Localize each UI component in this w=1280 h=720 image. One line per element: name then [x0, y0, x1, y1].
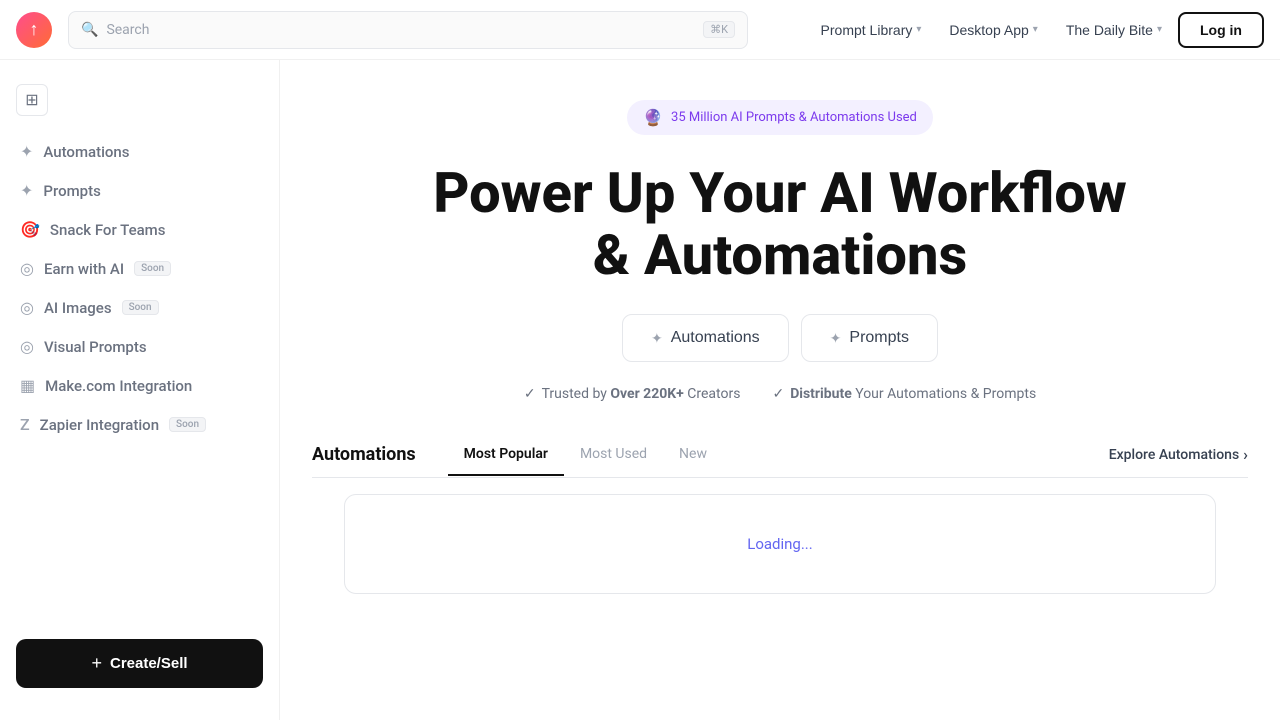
login-button[interactable]: Log in [1178, 12, 1264, 48]
sidebar-item-makecom[interactable]: ▦ Make.com Integration [0, 366, 279, 405]
chevron-down-icon: ▾ [1033, 24, 1038, 35]
trust-bold: Over 220K+ [610, 386, 683, 402]
tabs-section: Automations Most Popular Most Used New E… [280, 432, 1280, 610]
sidebar-item-visual-prompts[interactable]: ◎ Visual Prompts [0, 327, 279, 366]
plus-icon: + [91, 653, 102, 674]
sidebar-item-ai-images[interactable]: ◎ AI Images Soon [0, 288, 279, 327]
create-sell-label: Create/Sell [110, 655, 188, 672]
section-title: Automations [312, 432, 432, 477]
tab-most-used[interactable]: Most Used [564, 434, 663, 476]
search-shortcut: ⌘K [703, 21, 735, 38]
zapier-icon: Z [20, 415, 30, 434]
tab-new[interactable]: New [663, 434, 723, 476]
soon-badge: Soon [169, 417, 206, 432]
sidebar-item-label: Snack For Teams [50, 221, 166, 239]
sparkle-icon: ✦ [651, 330, 663, 347]
sidebar-footer: + Create/Sell [0, 623, 279, 704]
sidebar-item-prompts[interactable]: ✦ Prompts [0, 171, 279, 210]
hero-buttons: ✦ Automations ✦ Prompts [340, 314, 1220, 362]
check-icon: ✓ [772, 386, 784, 402]
desktop-app-nav[interactable]: Desktop App ▾ [937, 16, 1049, 44]
automations-button[interactable]: ✦ Automations [622, 314, 789, 362]
prompts-button[interactable]: ✦ Prompts [801, 314, 938, 362]
trust-item-creators: ✓ Trusted by Over 220K+ Creators [524, 386, 741, 402]
earn-icon: ◎ [20, 259, 34, 278]
teams-icon: 🎯 [20, 220, 40, 239]
soon-badge: Soon [122, 300, 159, 315]
sidebar-item-snack-for-teams[interactable]: 🎯 Snack For Teams [0, 210, 279, 249]
chevron-down-icon: ▾ [1157, 24, 1162, 35]
main-content: 🔮 35 Million AI Prompts & Automations Us… [280, 60, 1280, 720]
sidebar-item-zapier[interactable]: Z Zapier Integration Soon [0, 405, 279, 444]
prompts-label: Prompts [849, 329, 909, 347]
loading-text: Loading... [747, 535, 812, 553]
content-area: Loading... [312, 478, 1248, 610]
check-icon: ✓ [524, 386, 536, 402]
sparkle-icon: ✦ [20, 142, 33, 161]
loading-card: Loading... [344, 494, 1216, 594]
trust-row: ✓ Trusted by Over 220K+ Creators ✓ Distr… [340, 386, 1220, 402]
chevron-right-icon: › [1243, 445, 1248, 464]
header-nav: Prompt Library ▾ Desktop App ▾ The Daily… [809, 12, 1264, 48]
sidebar-item-label: Earn with AI [44, 260, 124, 278]
hero-title: Power Up Your AI Workflow & Automations [340, 163, 1220, 286]
automations-label: Automations [671, 329, 760, 347]
header: ↑ 🔍 Search ⌘K Prompt Library ▾ Desktop A… [0, 0, 1280, 60]
logo-icon: ↑ [30, 19, 39, 40]
tab-most-popular[interactable]: Most Popular [448, 434, 564, 476]
hero-section: 🔮 35 Million AI Prompts & Automations Us… [280, 60, 1280, 432]
sidebar-item-label: Automations [43, 143, 129, 161]
sidebar-collapse-area: ⊞ [0, 76, 279, 124]
soon-badge: Soon [134, 261, 171, 276]
prompt-library-nav[interactable]: Prompt Library ▾ [809, 16, 934, 44]
makecom-icon: ▦ [20, 376, 35, 395]
explore-automations-link[interactable]: Explore Automations › [1109, 445, 1248, 464]
collapse-icon: ⊞ [25, 90, 38, 110]
sparkle-icon: ✦ [20, 181, 33, 200]
search-icon: 🔍 [81, 22, 98, 38]
explore-label: Explore Automations [1109, 447, 1239, 463]
trust-bold: Distribute [790, 386, 852, 402]
search-placeholder: Search [106, 22, 695, 38]
sidebar: ⊞ ✦ Automations ✦ Prompts 🎯 Snack For Te… [0, 60, 280, 720]
sidebar-item-automations[interactable]: ✦ Automations [0, 132, 279, 171]
chevron-down-icon: ▾ [916, 24, 921, 35]
badge-text: 35 Million AI Prompts & Automations Used [671, 110, 917, 125]
search-bar[interactable]: 🔍 Search ⌘K [68, 11, 748, 49]
sidebar-item-label: Prompts [43, 182, 100, 200]
daily-bite-nav[interactable]: The Daily Bite ▾ [1054, 16, 1174, 44]
hero-badge: 🔮 35 Million AI Prompts & Automations Us… [627, 100, 933, 135]
create-sell-button[interactable]: + Create/Sell [16, 639, 263, 688]
sidebar-item-label: AI Images [44, 299, 112, 317]
visual-icon: ◎ [20, 337, 34, 356]
sidebar-item-earn-with-ai[interactable]: ◎ Earn with AI Soon [0, 249, 279, 288]
trust-item-distribute: ✓ Distribute Your Automations & Prompts [772, 386, 1036, 402]
layout: ⊞ ✦ Automations ✦ Prompts 🎯 Snack For Te… [0, 60, 1280, 720]
sidebar-item-label: Visual Prompts [44, 338, 147, 356]
tabs-header: Automations Most Popular Most Used New E… [312, 432, 1248, 478]
sidebar-collapse-button[interactable]: ⊞ [16, 84, 48, 116]
badge-icon: 🔮 [643, 108, 663, 127]
sidebar-item-label: Make.com Integration [45, 377, 192, 395]
sidebar-item-label: Zapier Integration [40, 416, 159, 434]
image-icon: ◎ [20, 298, 34, 317]
sparkle-icon: ✦ [830, 330, 842, 347]
logo[interactable]: ↑ [16, 12, 52, 48]
